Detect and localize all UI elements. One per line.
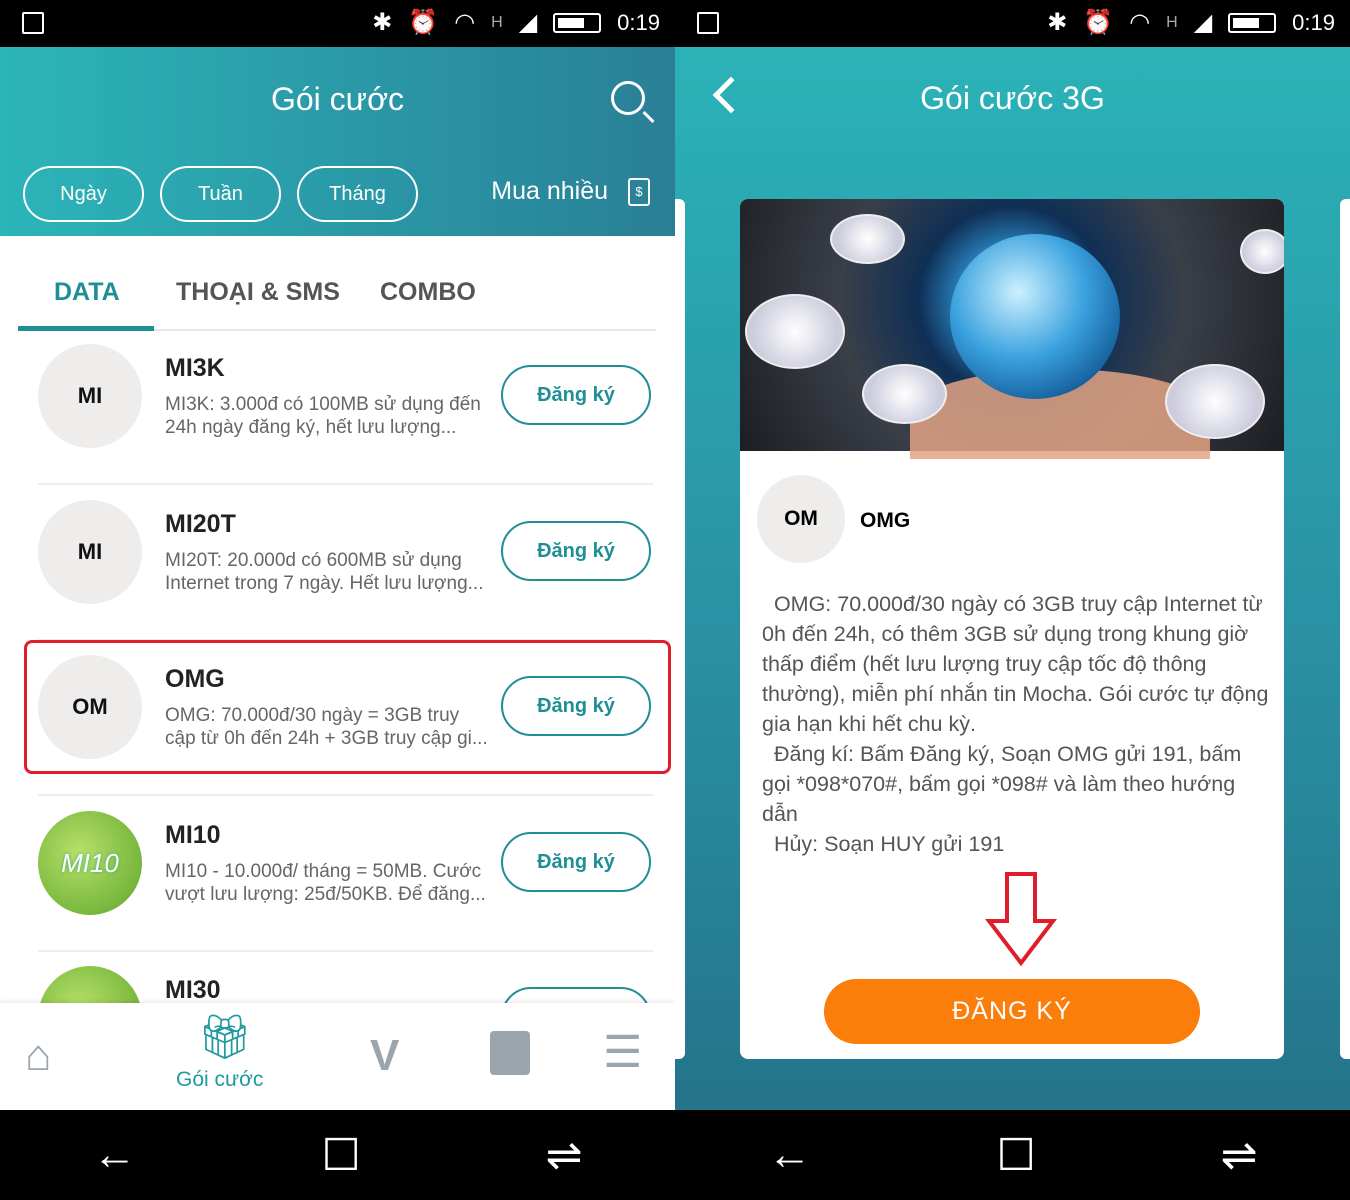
next-card-peek[interactable] [1340, 199, 1350, 1059]
wifi-icon: ◠ [1129, 9, 1151, 36]
banner-image [740, 199, 1284, 459]
home-icon[interactable]: ⌂ [25, 1031, 52, 1081]
page-title: Gói cước 3G [920, 80, 1105, 116]
network-type: H [1166, 13, 1178, 31]
package-avatar: MI [38, 500, 142, 604]
package-card: OM OMG OMG: 70.000đ/30 ngày có 3GB truy … [740, 199, 1284, 1059]
register-button[interactable]: Đăng ký [501, 365, 651, 425]
register-button[interactable]: Đăng ký [501, 521, 651, 581]
package-name: MI20T [165, 510, 236, 538]
home-square-icon[interactable]: ☐ [996, 1130, 1035, 1181]
alarm-icon: ⏰ [408, 9, 439, 36]
highlight-box [24, 640, 671, 774]
search-icon[interactable] [611, 81, 645, 115]
tab-data[interactable]: DATA [54, 278, 120, 307]
image-notification-icon [697, 12, 719, 34]
header: Gói cước Ngày Tuần Tháng Mua nhiều $ [0, 47, 675, 236]
package-name: OMG [860, 509, 911, 532]
register-button[interactable]: Đăng ký [501, 832, 651, 892]
clock: 0:19 [617, 9, 660, 35]
wifi-icon: ◠ [454, 9, 476, 36]
bluetooth-icon: ✱ [372, 9, 393, 36]
package-list-screen: ✱ ⏰ ◠ H ◢ 0:19 Gói cước Ngày Tuần Tháng … [0, 0, 675, 1200]
alarm-icon: ⏰ [1083, 9, 1114, 36]
status-bar: ✱ ⏰ ◠ H ◢ 0:19 [675, 0, 1350, 47]
battery-icon [553, 12, 602, 33]
network-type: H [491, 13, 503, 31]
register-button[interactable]: ĐĂNG KÝ [824, 979, 1200, 1044]
filter-month[interactable]: Tháng [297, 166, 418, 222]
prev-card-peek[interactable] [675, 199, 685, 1059]
package-item[interactable]: MI10 MI10 MI10 - 10.000đ/ tháng = 50MB. … [38, 797, 653, 952]
buy-more-button[interactable]: Mua nhiều $ [491, 177, 650, 206]
image-notification-icon [22, 12, 44, 34]
v-logo-icon[interactable]: V [370, 1031, 399, 1081]
tab-combo[interactable]: COMBO [380, 278, 476, 307]
filter-day[interactable]: Ngày [23, 166, 144, 222]
bluetooth-icon: ✱ [1047, 9, 1068, 36]
back-icon[interactable]: ← [92, 1130, 136, 1180]
tab-voice-sms[interactable]: THOẠI & SMS [176, 278, 340, 307]
signal-icon: ◢ [1193, 9, 1213, 36]
package-detail-screen: ✱ ⏰ ◠ H ◢ 0:19 Gói cước 3G OM OMG OMG: 7… [675, 0, 1350, 1200]
package-item[interactable]: MI MI3K MI3K: 3.000đ có 100MB sử dụng đế… [38, 330, 653, 485]
system-nav-bar: ← ☐ ⇌ [0, 1110, 675, 1200]
package-desc: MI10 - 10.000đ/ tháng = 50MB. Cước vượt … [165, 861, 486, 905]
package-name: MI3K [165, 354, 225, 382]
menu-icon[interactable]: ☰ [603, 1027, 642, 1078]
package-avatar: MI [38, 344, 142, 448]
header: Gói cước 3G [675, 47, 1350, 157]
clock: 0:19 [1292, 9, 1335, 35]
package-name: MI30 [165, 976, 221, 1004]
package-desc: MI3K: 3.000đ có 100MB sử dụng đến 24h ng… [165, 394, 481, 438]
down-arrow-icon [985, 872, 1057, 967]
package-description: OMG: 70.000đ/30 ngày có 3GB truy cập Int… [762, 592, 1269, 856]
signal-icon: ◢ [518, 9, 538, 36]
shopping-bag-icon[interactable] [490, 1031, 530, 1075]
package-avatar-image: MI10 [38, 811, 142, 915]
back-icon[interactable]: ← [767, 1130, 811, 1180]
filter-week[interactable]: Tuần [160, 166, 281, 222]
buy-more-label: Mua nhiều [491, 177, 608, 205]
gift-icon[interactable]: 🎁︎ [197, 1011, 253, 1063]
home-square-icon[interactable]: ☐ [321, 1130, 360, 1181]
package-desc: MI20T: 20.000d có 600MB sử dụng Internet… [165, 550, 484, 594]
shopping-bag-icon: $ [628, 177, 650, 206]
package-avatar: OM [757, 475, 845, 563]
battery-icon [1228, 12, 1277, 33]
nav-label-packages[interactable]: Gói cước [176, 1068, 263, 1092]
recents-icon[interactable]: ⇌ [1221, 1130, 1258, 1181]
globe-image [950, 234, 1120, 399]
system-nav-bar: ← ☐ ⇌ [675, 1110, 1350, 1200]
package-item[interactable]: MI MI20T MI20T: 20.000d có 600MB sử dụng… [38, 486, 653, 641]
bottom-nav: ⌂ 🎁︎ Gói cước V ☰ [0, 1003, 675, 1110]
page-title: Gói cước [270, 81, 405, 117]
recents-icon[interactable]: ⇌ [546, 1130, 583, 1181]
status-bar: ✱ ⏰ ◠ H ◢ 0:19 [0, 0, 675, 47]
package-name: MI10 [165, 821, 221, 849]
category-tabs: DATA THOẠI & SMS COMBO [18, 236, 656, 331]
